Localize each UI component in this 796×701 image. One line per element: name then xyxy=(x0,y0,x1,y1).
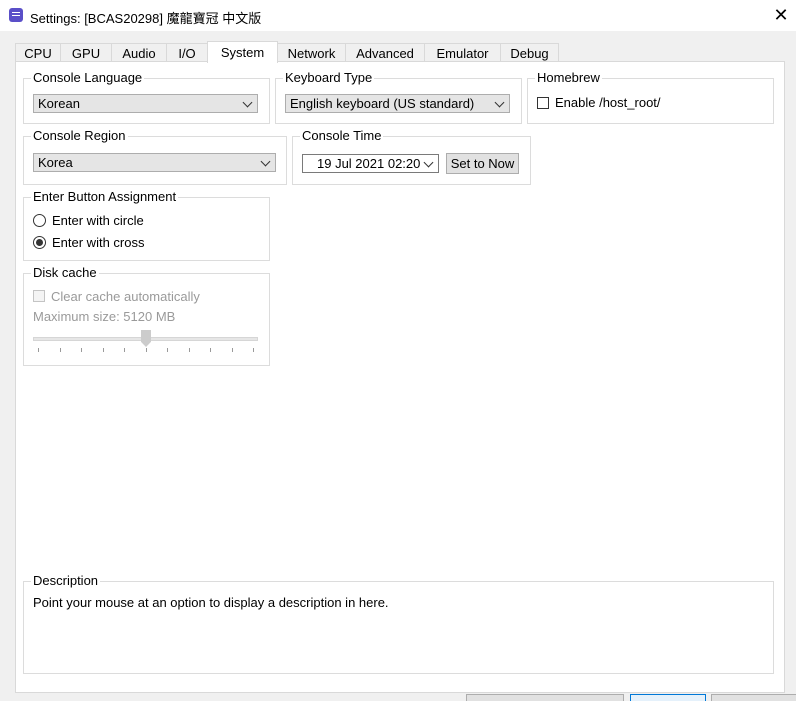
keyboard-type-select[interactable]: English keyboard (US standard) xyxy=(285,94,510,113)
chevron-down-icon xyxy=(494,97,505,108)
tab-system[interactable]: System xyxy=(207,41,278,63)
tab-cpu[interactable]: CPU xyxy=(15,43,61,62)
window-title: Settings: [BCAS20298] 魔龍寶冠 中文版 xyxy=(30,11,262,26)
description-legend: Description xyxy=(31,573,101,588)
tab-network[interactable]: Network xyxy=(277,43,346,62)
slider-tick xyxy=(146,348,147,352)
slider-tick xyxy=(189,348,190,352)
slider-tick xyxy=(60,348,61,352)
console-language-select[interactable]: Korean xyxy=(33,94,258,113)
clear-cache-checkbox xyxy=(33,290,45,302)
slider-tick xyxy=(253,348,254,352)
console-region-legend: Console Region xyxy=(31,128,128,143)
save-button[interactable] xyxy=(630,694,706,701)
clear-cache-label: Clear cache automatically xyxy=(51,289,200,304)
enter-cross-label: Enter with cross xyxy=(52,235,145,250)
tab-gpu[interactable]: GPU xyxy=(60,43,112,62)
console-time-picker[interactable]: 19 Jul 2021 02:20 xyxy=(302,154,439,173)
slider-tick xyxy=(167,348,168,352)
enter-circle-label: Enter with circle xyxy=(52,213,144,228)
chevron-down-icon xyxy=(423,157,434,168)
tab-debug[interactable]: Debug xyxy=(500,43,559,62)
app-icon xyxy=(9,8,23,22)
slider-tick xyxy=(232,348,233,352)
slider-tick xyxy=(81,348,82,352)
enter-circle-radio[interactable] xyxy=(33,214,46,227)
console-language-legend: Console Language xyxy=(31,70,145,85)
slider-tick xyxy=(210,348,211,352)
host-root-label: Enable /host_root/ xyxy=(555,95,661,110)
tab-audio[interactable]: Audio xyxy=(111,43,167,62)
bottom-button[interactable] xyxy=(466,694,624,701)
slider-tick xyxy=(103,348,104,352)
keyboard-type-legend: Keyboard Type xyxy=(283,70,375,85)
slider-tick xyxy=(38,348,39,352)
chevron-down-icon xyxy=(260,156,271,167)
set-to-now-button[interactable]: Set to Now xyxy=(446,153,519,174)
console-time-legend: Console Time xyxy=(300,128,384,143)
tab-io[interactable]: I/O xyxy=(166,43,208,62)
max-size-label: Maximum size: 5120 MB xyxy=(33,309,176,324)
description-text: Point your mouse at an option to display… xyxy=(33,595,389,610)
slider-tick xyxy=(124,348,125,352)
chevron-down-icon xyxy=(242,97,253,108)
host-root-checkbox[interactable] xyxy=(537,97,549,109)
close-button[interactable]: ✕ xyxy=(766,3,796,27)
tab-emulator[interactable]: Emulator xyxy=(424,43,501,62)
enter-button-legend: Enter Button Assignment xyxy=(31,189,179,204)
console-region-select[interactable]: Korea xyxy=(33,153,276,172)
homebrew-legend: Homebrew xyxy=(535,70,602,85)
enter-button-group xyxy=(23,197,270,261)
disk-cache-legend: Disk cache xyxy=(31,265,99,280)
tab-advanced[interactable]: Advanced xyxy=(345,43,425,62)
close-icon: ✕ xyxy=(773,4,789,25)
enter-cross-radio[interactable] xyxy=(33,236,46,249)
cancel-button[interactable] xyxy=(711,694,796,701)
